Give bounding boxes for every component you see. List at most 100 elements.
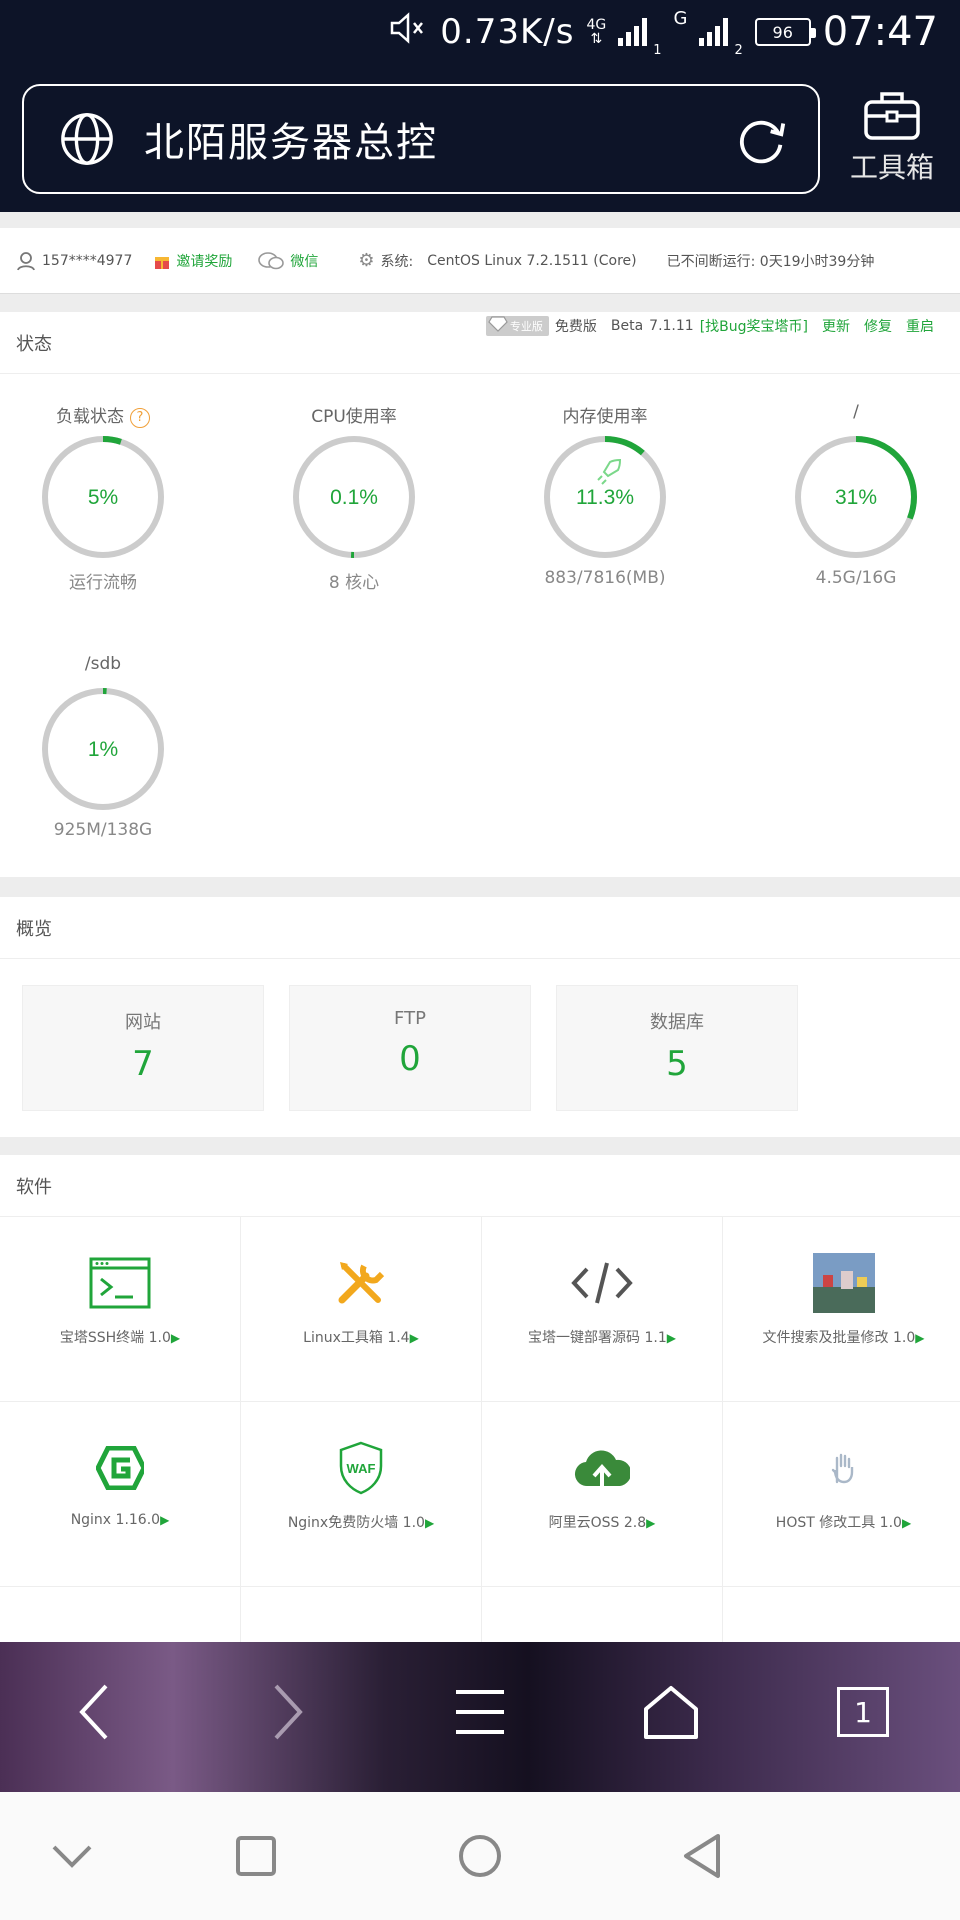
hand-icon (831, 1453, 853, 1484)
software-linux-toolbox[interactable]: Linux工具箱 1.4▶ (241, 1217, 482, 1402)
play-arrow-icon: ▶ (160, 1513, 170, 1527)
overview-websites[interactable]: 网站 7 (22, 985, 264, 1111)
battery-level: 96 (772, 22, 793, 42)
play-arrow-icon: ▶ (424, 1516, 435, 1530)
software-aliyun-oss[interactable]: 阿里云OSS 2.8▶ (482, 1402, 723, 1587)
gauge-sub: 4.5G/16G (815, 568, 897, 588)
software-host-editor[interactable]: HOST 修改工具 1.0▶ (723, 1402, 960, 1587)
menu-button[interactable] (440, 1672, 520, 1752)
home-system-button[interactable] (450, 1826, 510, 1886)
gauge-ring[interactable]: 5% (38, 432, 168, 562)
gauge: / 31% 4.5G/16G (756, 402, 956, 588)
gauge-ring[interactable]: 0.1% (289, 432, 419, 562)
software-ssh-terminal[interactable]: 宝塔SSH终端 1.0▶ (0, 1217, 241, 1402)
gauge-value: 0.1% (330, 486, 378, 509)
info-bar: 157****4977 邀请奖励 微信 ⚙ 系统: CentOS Linux 7… (0, 228, 960, 294)
code-icon (571, 1262, 633, 1304)
system-value: CentOS Linux 7.2.1511 (Core) (427, 252, 637, 269)
uptime: 已不间断运行: 0天19小时39分钟 (666, 253, 875, 270)
home-icon (644, 1686, 698, 1739)
gauge: 内存使用率 11.3% 883/7816(MB) (505, 402, 705, 588)
address-bar[interactable]: 北陌服务器总控 (22, 84, 820, 194)
play-arrow-icon: ▶ (646, 1516, 656, 1530)
tools-icon (338, 1262, 385, 1304)
invite-label: 邀请奖励 (176, 253, 233, 270)
toolbox-label: 工具箱 (849, 151, 934, 184)
circle-icon (459, 1835, 501, 1877)
overview-card: 概览 网站 7 FTP 0 数据库 5 (0, 897, 960, 1137)
clock: 07:47 (822, 9, 938, 55)
gauge: CPU使用率 0.1% 8 核心 (254, 402, 454, 593)
gauge-value: 5% (88, 486, 118, 509)
gauge-value: 1% (88, 738, 118, 761)
invite-reward-link[interactable]: 邀请奖励 (154, 251, 232, 271)
overview-name: FTP (394, 1008, 426, 1029)
wechat-link[interactable]: 微信 (258, 251, 318, 271)
browser-navbar: 1 (0, 1642, 960, 1792)
chevron-right-icon (274, 1684, 303, 1740)
system-back-button[interactable] (672, 1826, 732, 1886)
gauge-ring[interactable]: 11.3% (540, 432, 670, 562)
pro-badge[interactable]: 专业版 (485, 316, 549, 336)
gauge-ring[interactable]: 31% (791, 432, 921, 562)
back-button[interactable] (54, 1672, 134, 1752)
sim-2-label: 2 (734, 43, 743, 58)
play-arrow-icon: ▶ (666, 1331, 676, 1345)
gauge-label: /sdb (84, 654, 122, 674)
software-name: 文件搜索及批量修改 1.0 (762, 1330, 916, 1346)
gauge-sub: 运行流畅 (69, 573, 137, 593)
software-card: 软件 宝塔SSH终端 1.0▶ Linux工具箱 1.4▶ 宝塔一键部署源码 1… (0, 1155, 960, 1642)
overview-name: 数据库 (650, 1012, 704, 1033)
chevron-left-icon (79, 1684, 108, 1740)
software-name: Nginx免费防火墙 1.0 (287, 1515, 425, 1531)
software-slot-empty (241, 1587, 482, 1642)
recent-apps-button[interactable] (226, 1826, 286, 1886)
gear-icon: ⚙ (358, 250, 375, 271)
mute-icon (388, 11, 428, 54)
gift-icon (155, 256, 170, 269)
terminal-icon (89, 1257, 151, 1309)
update-link[interactable]: 更新 (822, 316, 850, 336)
network-type-1: 4G ⇅ (586, 17, 607, 47)
page-title: 北陌服务器总控 (144, 120, 438, 166)
software-name: 阿里云OSS 2.8 (548, 1515, 647, 1531)
overview-ftp[interactable]: FTP 0 (289, 985, 531, 1111)
wechat-icon (258, 251, 285, 269)
gauge-sub: 925M/138G (53, 820, 153, 840)
pro-badge-label: 专业版 (509, 320, 543, 333)
repair-link[interactable]: 修复 (864, 316, 892, 336)
chevron-down-icon (52, 1845, 92, 1868)
globe-icon (61, 113, 113, 165)
network-speed: 0.73K/s (440, 12, 575, 52)
gauge-label: / (853, 402, 859, 422)
image-icon (812, 1253, 875, 1313)
software-one-click-deploy[interactable]: 宝塔一键部署源码 1.1▶ (482, 1217, 723, 1402)
user-info[interactable]: 157****4977 (16, 251, 132, 271)
play-arrow-icon: ▶ (901, 1516, 912, 1530)
refresh-icon[interactable] (732, 110, 790, 168)
collapse-button[interactable] (42, 1826, 102, 1886)
software-nginx-waf[interactable]: WAF Nginx免费防火墙 1.0▶ (241, 1402, 482, 1587)
gauge: 负载状态? 5% 运行流畅 (3, 402, 203, 593)
overview-databases[interactable]: 数据库 5 (556, 985, 798, 1111)
user-icon (17, 251, 35, 270)
nginx-icon (96, 1446, 144, 1490)
diamond-icon (488, 316, 508, 332)
gauge: /sdb 1% 925M/138G (3, 654, 203, 840)
tabs-button[interactable]: 1 (823, 1672, 903, 1752)
restart-link[interactable]: 重启 (906, 316, 934, 336)
software-file-search[interactable]: 文件搜索及批量修改 1.0▶ (723, 1217, 960, 1402)
page-content: 157****4977 邀请奖励 微信 ⚙ 系统: CentOS Linux 7… (0, 212, 960, 1642)
waf-icon: WAF (339, 1441, 383, 1495)
gauge-label: 负载状态? (3, 402, 203, 428)
overview-count: 5 (666, 1044, 688, 1084)
gauge-ring[interactable]: 1% (38, 684, 168, 814)
sim-1-label: 1 (653, 43, 662, 58)
bug-bounty-link[interactable]: [找Bug奖宝塔币] (700, 316, 808, 336)
forward-button[interactable] (248, 1672, 328, 1752)
toolbox-button[interactable]: 工具箱 (844, 86, 940, 196)
software-name: 宝塔一键部署源码 1.1 (528, 1330, 667, 1346)
help-icon[interactable]: ? (130, 408, 150, 428)
home-button[interactable] (631, 1672, 711, 1752)
software-nginx[interactable]: Nginx 1.16.0▶ (0, 1402, 241, 1587)
